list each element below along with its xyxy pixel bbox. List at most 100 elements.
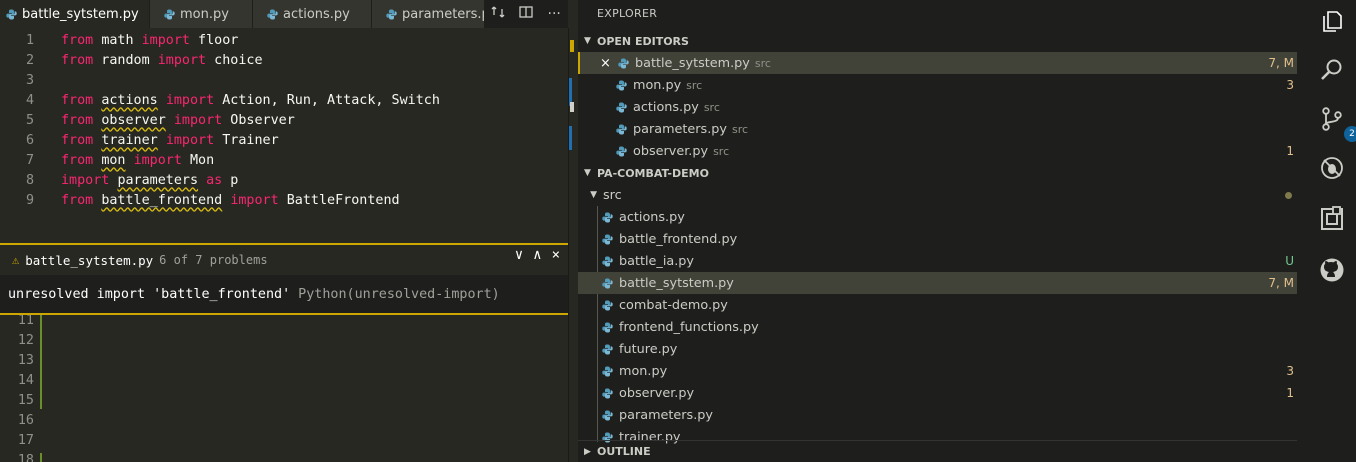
chevron-right-icon: ▶ bbox=[584, 446, 591, 457]
code-line[interactable]: 16 bbox=[0, 410, 568, 430]
source-control-icon[interactable]: 2 bbox=[1319, 106, 1356, 142]
code-line[interactable]: 2 from random import choice bbox=[0, 50, 568, 70]
file-name: observer.py bbox=[619, 385, 695, 401]
split-editor-icon[interactable] bbox=[519, 5, 533, 23]
code-line[interactable]: 12 bbox=[0, 330, 568, 350]
tab-parameters-p[interactable]: parameters.p bbox=[372, 0, 502, 28]
code-token: from bbox=[61, 132, 94, 148]
code-line[interactable]: 6 from trainer import Trainer bbox=[0, 130, 568, 150]
explorer-icon[interactable] bbox=[1319, 8, 1345, 34]
chevron-down-icon: ▼ bbox=[584, 36, 591, 46]
open-editors-header[interactable]: ▼ OPEN EDITORS bbox=[578, 30, 1307, 52]
minimap-slider bbox=[570, 102, 574, 112]
file-tree-item[interactable]: frontend_functions.py bbox=[578, 316, 1307, 338]
code-line[interactable]: 5 from observer import Observer bbox=[0, 110, 568, 130]
python-file-icon bbox=[602, 256, 613, 266]
line-number: 6 bbox=[25, 132, 34, 148]
code-line[interactable]: 7 from mon import Mon bbox=[0, 150, 568, 170]
code-token: from bbox=[61, 112, 94, 128]
code-line[interactable]: 18 bbox=[0, 450, 568, 462]
python-file-icon bbox=[267, 9, 278, 19]
file-name: actions.py bbox=[619, 209, 685, 225]
file-tree-item[interactable]: observer.py 1 bbox=[578, 382, 1307, 404]
file-tree-item[interactable]: battle_ia.py U bbox=[578, 250, 1307, 272]
file-tree-item[interactable]: future.py bbox=[578, 338, 1307, 360]
code-line[interactable]: 9 from battle_frontend import BattleFront… bbox=[0, 190, 568, 210]
folder-src[interactable]: ▼ src bbox=[578, 184, 1307, 206]
line-number: 14 bbox=[17, 372, 34, 388]
open-editor-item[interactable]: parameters.py src bbox=[578, 118, 1307, 140]
activity-bar: 2 bbox=[1307, 0, 1356, 462]
project-label: PA-COMBAT-DEMO bbox=[597, 166, 709, 180]
open-editor-item[interactable]: × battle_sytstem.py src 7, M bbox=[578, 52, 1307, 74]
line-number: 5 bbox=[25, 112, 34, 128]
file-tree-item[interactable]: actions.py bbox=[578, 206, 1307, 228]
github-icon[interactable] bbox=[1319, 257, 1345, 283]
code-token: BattleFrontend bbox=[278, 192, 400, 208]
more-actions-icon[interactable]: ··· bbox=[548, 6, 561, 22]
code-token: from bbox=[61, 152, 94, 168]
close-peek-icon[interactable]: × bbox=[552, 247, 560, 263]
code-token: Observer bbox=[222, 112, 295, 128]
file-tree-item[interactable]: mon.py 3 bbox=[578, 360, 1307, 382]
code-token: as bbox=[206, 172, 223, 188]
file-tree-item[interactable]: battle_sytstem.py 7, M bbox=[578, 272, 1307, 294]
explorer-scrollbar[interactable] bbox=[1297, 0, 1307, 462]
explorer-title: EXPLORER bbox=[597, 7, 658, 20]
file-name: parameters.py bbox=[619, 407, 713, 423]
file-dir: src bbox=[686, 78, 703, 92]
problem-source: Python(unresolved-import) bbox=[298, 286, 500, 302]
minimap[interactable] bbox=[568, 28, 578, 462]
problems-peek-widget: ⚠ battle_sytstem.py 6 of 7 problems ∨ ∧ … bbox=[0, 243, 568, 315]
code-line[interactable]: 8 import parameters as p bbox=[0, 170, 568, 190]
compare-changes-icon[interactable] bbox=[491, 5, 505, 23]
open-editor-item[interactable]: actions.py src bbox=[578, 96, 1307, 118]
code-text: import parameters as p bbox=[61, 173, 238, 188]
outline-header[interactable]: ▶ OUTLINE bbox=[578, 440, 1307, 462]
debug-icon[interactable] bbox=[1319, 155, 1345, 181]
line-number: 18 bbox=[17, 452, 34, 462]
code-line[interactable]: 1 from math import floor bbox=[0, 30, 568, 50]
code-token: Mon bbox=[181, 152, 215, 168]
code-line[interactable]: 4 from actions import Action, Run, Attack… bbox=[0, 90, 568, 110]
tab-battle-sytstem-py[interactable]: battle_sytstem.py× bbox=[0, 0, 160, 28]
file-tree-item[interactable]: combat-demo.py bbox=[578, 294, 1307, 316]
search-icon[interactable] bbox=[1319, 57, 1345, 83]
python-file-icon bbox=[602, 410, 613, 420]
extensions-icon[interactable] bbox=[1319, 206, 1345, 232]
code-token: math bbox=[101, 32, 134, 48]
close-editor-icon[interactable]: × bbox=[600, 56, 611, 71]
previous-problem-icon[interactable]: ∧ bbox=[533, 247, 541, 263]
code-editor[interactable]: 1 from math import floor 2 from random impo… bbox=[0, 28, 568, 462]
code-token: random bbox=[93, 52, 158, 68]
python-file-icon bbox=[616, 80, 627, 90]
code-line[interactable]: 17 bbox=[0, 430, 568, 450]
python-file-icon bbox=[602, 322, 613, 332]
outline-label: OUTLINE bbox=[597, 445, 651, 458]
open-editor-item[interactable]: mon.py src 3 bbox=[578, 74, 1307, 96]
modified-dot-icon bbox=[1285, 191, 1292, 199]
line-number: 15 bbox=[17, 392, 34, 408]
code-token: trainer bbox=[101, 132, 158, 148]
tab-actions-py[interactable]: actions.py bbox=[253, 0, 372, 28]
code-token: import bbox=[230, 192, 279, 208]
next-problem-icon[interactable]: ∨ bbox=[515, 247, 523, 263]
tab-mon-py[interactable]: mon.py bbox=[150, 0, 253, 28]
code-line[interactable]: 13 bbox=[0, 350, 568, 370]
file-tree-item[interactable]: parameters.py bbox=[578, 404, 1307, 426]
code-line[interactable]: 14 bbox=[0, 370, 568, 390]
line-number: 3 bbox=[25, 72, 34, 88]
file-tree-item[interactable]: battle_frontend.py bbox=[578, 228, 1307, 250]
code-token: mon bbox=[101, 152, 126, 168]
problem-message: unresolved import 'battle_frontend' Pyth… bbox=[0, 275, 568, 313]
code-token: floor bbox=[190, 32, 239, 48]
open-editor-item[interactable]: observer.py src 1 bbox=[578, 140, 1307, 162]
code-line[interactable]: 15 bbox=[0, 390, 568, 410]
code-text: from observer import Observer bbox=[61, 113, 295, 128]
project-header[interactable]: ▼ PA-COMBAT-DEMO bbox=[578, 162, 1307, 184]
code-token: from bbox=[61, 192, 94, 208]
code-line[interactable]: 3 bbox=[0, 70, 568, 90]
python-file-icon bbox=[616, 102, 627, 112]
file-name: actions.py bbox=[633, 99, 699, 115]
